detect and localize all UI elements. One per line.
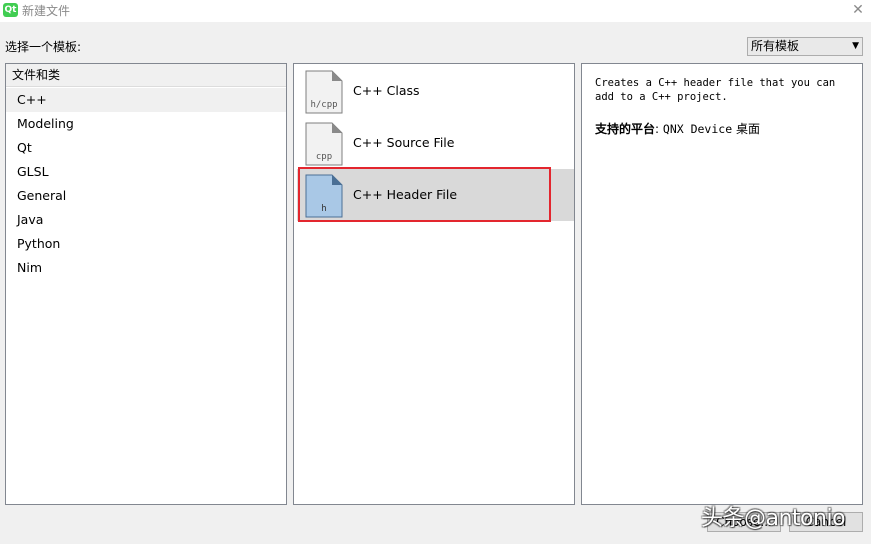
platforms-suffix: 桌面 — [735, 122, 760, 136]
choose-template-label: 选择一个模板: — [5, 40, 82, 54]
category-item-nim[interactable]: Nim — [6, 256, 286, 280]
category-item-general[interactable]: General — [6, 184, 286, 208]
filter-selected-value: 所有模板 — [751, 39, 800, 53]
category-item-python[interactable]: Python — [6, 232, 286, 256]
template-list: h/cpp C++ Class cpp C++ Source File h C+… — [293, 63, 575, 505]
category-list: 文件和类 C++ Modeling Qt GLSL General Java P… — [5, 63, 287, 505]
supported-platforms: 支持的平台: QNX Device 桌面 — [595, 120, 760, 137]
title-bar: Qt 新建文件 ✕ — [0, 0, 871, 22]
close-icon[interactable]: ✕ — [847, 0, 869, 20]
template-item-cpp-class[interactable]: h/cpp C++ Class — [297, 65, 574, 117]
category-group-header[interactable]: 文件和类 — [6, 64, 286, 87]
platforms-label: 支持的平台 — [595, 122, 656, 136]
template-label: C++ Class — [353, 83, 420, 98]
selection-highlight-box — [298, 167, 551, 222]
category-item-cpp[interactable]: C++ — [6, 88, 286, 112]
source-file-icon: cpp — [305, 122, 343, 166]
template-item-cpp-source[interactable]: cpp C++ Source File — [297, 117, 574, 169]
svg-text:h/cpp: h/cpp — [310, 100, 337, 110]
category-item-modeling[interactable]: Modeling — [6, 112, 286, 136]
template-label: C++ Source File — [353, 135, 455, 150]
category-item-qt[interactable]: Qt — [6, 136, 286, 160]
watermark-text: 头条@antonio — [701, 506, 846, 531]
window-title: 新建文件 — [22, 4, 71, 18]
qt-app-icon: Qt — [3, 3, 18, 17]
template-description-text: Creates a C++ header file that you can a… — [595, 77, 836, 103]
template-filter-select[interactable]: 所有模板 ▼ — [747, 37, 863, 56]
platforms-colon: : — [655, 122, 660, 136]
template-description-panel: Creates a C++ header file that you can a… — [581, 63, 863, 505]
platforms-value: QNX Device — [662, 122, 733, 136]
svg-text:cpp: cpp — [316, 152, 332, 162]
class-file-icon: h/cpp — [305, 70, 343, 114]
category-item-java[interactable]: Java — [6, 208, 286, 232]
category-item-glsl[interactable]: GLSL — [6, 160, 286, 184]
dropdown-arrow-icon: ▼ — [852, 41, 859, 51]
